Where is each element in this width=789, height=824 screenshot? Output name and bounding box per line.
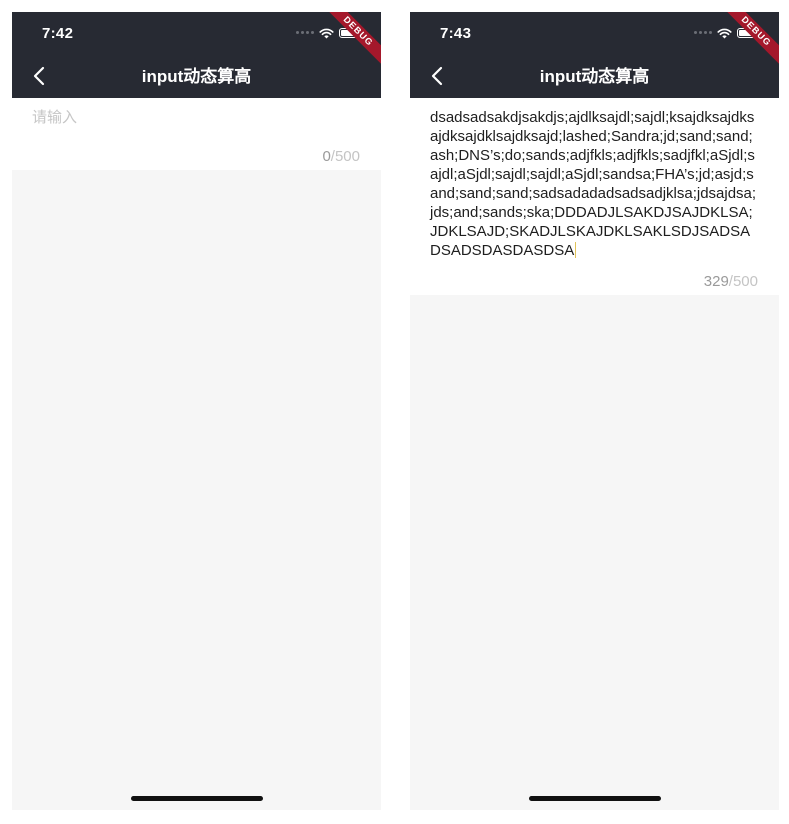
debug-badge-label: DEBUG	[321, 12, 381, 71]
char-count-max: 500	[732, 273, 758, 290]
status-time: 7:42	[42, 25, 74, 42]
page-title: input动态算高	[141, 67, 252, 86]
input-value: dsadsadsakdjsakdjs;ajdlksajdl;sajdl;ksaj…	[430, 109, 757, 259]
signal-dots-icon	[296, 31, 314, 35]
phone-screen-empty: 7:42 DEBUG input动态算高 请输入 0/500	[12, 12, 381, 810]
page-title: input动态算高	[539, 67, 650, 86]
char-count-max: 500	[334, 148, 360, 165]
text-input[interactable]: dsadsadsakdjsakdjs;ajdlksajdl;sajdl;ksaj…	[430, 108, 759, 260]
signal-dots-icon	[694, 31, 712, 35]
char-count-current: 0	[322, 148, 331, 165]
phone-screen-filled: 7:43 DEBUG input动态算高 dsadsadsakdjsakdjs;…	[410, 12, 779, 810]
home-indicator[interactable]	[130, 796, 263, 801]
multiline-input-card[interactable]: 请输入 0/500	[12, 98, 381, 170]
app-bar: 7:42 DEBUG input动态算高	[12, 12, 381, 98]
char-counter: 0/500	[322, 148, 360, 165]
text-caret	[575, 242, 577, 258]
char-count-current: 329	[703, 273, 729, 290]
status-time: 7:43	[440, 25, 472, 42]
app-bar: 7:43 DEBUG input动态算高	[410, 12, 779, 98]
input-placeholder: 请输入	[32, 109, 78, 126]
debug-ribbon: DEBUG	[321, 12, 381, 72]
text-input[interactable]: 请输入	[32, 108, 361, 127]
home-indicator[interactable]	[528, 796, 661, 801]
debug-badge-label: DEBUG	[719, 12, 779, 71]
debug-ribbon: DEBUG	[719, 12, 779, 72]
multiline-input-card[interactable]: dsadsadsakdjsakdjs;ajdlksajdl;sajdl;ksaj…	[410, 98, 779, 295]
char-counter: 329/500	[704, 273, 758, 290]
